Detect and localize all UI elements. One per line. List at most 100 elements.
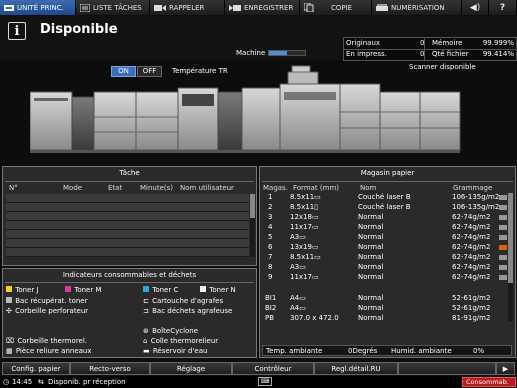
tray-row[interactable]: 4 11x17▭ Normal 62-74g/m2 bbox=[262, 223, 517, 232]
network-icon: ⇆ bbox=[38, 378, 44, 386]
task-row[interactable] bbox=[6, 248, 249, 257]
tray-id: 2 bbox=[268, 203, 273, 211]
copy-icon bbox=[304, 3, 314, 12]
staple-icon: ⊏ bbox=[143, 297, 149, 305]
ru-detail-button[interactable]: Regl.détail.RU bbox=[314, 362, 398, 375]
tray-row[interactable]: 5 A3▭ Normal 62-74g/m2 bbox=[262, 233, 517, 242]
tray-id: 6 bbox=[268, 243, 273, 251]
task-row[interactable] bbox=[6, 239, 249, 248]
task-panel: Tâche N° Mode Etat Minute(s) Nom utilisa… bbox=[2, 166, 257, 266]
recall-icon bbox=[154, 4, 166, 11]
toner-icon bbox=[6, 286, 12, 292]
tray-row[interactable]: 3 12x18▭ Normal 62-74g/m2 bbox=[262, 213, 517, 222]
tray-format: A3▭ bbox=[290, 233, 306, 241]
consumable-ring[interactable]: ▦ Pièce reliure anneaux bbox=[6, 347, 92, 355]
volume-button[interactable]: ◀) bbox=[462, 0, 489, 15]
paper-scrollbar[interactable] bbox=[508, 193, 513, 321]
tab-copy[interactable]: COPIE bbox=[300, 0, 372, 15]
tray-name: Couché laser B bbox=[358, 203, 411, 211]
tray-format: 307.0 x 472.0 bbox=[290, 314, 339, 322]
tray-weight: 62-74g/m2 bbox=[452, 233, 491, 241]
consumables-alert-button[interactable]: Consommab. bbox=[462, 377, 516, 387]
task-row[interactable] bbox=[6, 203, 249, 212]
tray-level-indicator bbox=[499, 225, 508, 230]
status-bar: ◷ 14:45 ⇆ Disponib. pr réception ⌨ Conso… bbox=[0, 376, 517, 388]
adjustment-button[interactable]: Réglage bbox=[150, 362, 232, 375]
tab-register[interactable]: ENREGISTRER bbox=[225, 0, 300, 15]
consumable-cyclone[interactable]: ⊛ BoîteCyclone bbox=[143, 327, 198, 335]
ring-icon: ▦ bbox=[6, 347, 13, 355]
tray-row[interactable]: 2 8.5x11▯ Couché laser B 106-135g/m2 bbox=[262, 203, 517, 212]
tray-weight: 62-74g/m2 bbox=[452, 253, 491, 261]
register-icon bbox=[229, 4, 241, 11]
keyboard-icon[interactable]: ⌨ bbox=[258, 377, 272, 386]
consumable-thermal-trash[interactable]: ⌧ Corbeille thermorel. bbox=[6, 337, 87, 345]
tray-format: 13x19▭ bbox=[290, 243, 319, 251]
tray-row[interactable]: BI1 A4▭ Normal 52-61g/m2 bbox=[262, 294, 517, 303]
consumable-toner-j[interactable]: Toner J bbox=[6, 286, 39, 294]
tray-level-indicator bbox=[499, 255, 508, 260]
help-button[interactable]: ? bbox=[489, 0, 517, 15]
tray-level-indicator bbox=[499, 235, 508, 240]
column-header: Magas. bbox=[263, 184, 288, 192]
task-row[interactable] bbox=[6, 194, 249, 203]
main-unit-icon bbox=[4, 4, 14, 11]
consumable-staple[interactable]: ⊏ Cartouche d'agrafes bbox=[143, 297, 223, 305]
tray-format: 8.5x11▯ bbox=[290, 203, 319, 211]
column-header: Mode bbox=[63, 184, 83, 192]
glue-icon: ⌂ bbox=[143, 337, 148, 345]
duplex-button[interactable]: Recto-verso bbox=[70, 362, 150, 375]
tab-job-list[interactable]: LISTE TÂCHES bbox=[76, 0, 150, 15]
tray-id: 4 bbox=[268, 223, 273, 231]
paper-panel-title: Magasin papier bbox=[360, 169, 415, 177]
empty-button[interactable] bbox=[398, 362, 496, 375]
tray-row[interactable]: 6 13x19▭ Normal 62-74g/m2 bbox=[262, 243, 517, 252]
consumable-toner-c[interactable]: Toner C bbox=[143, 286, 178, 294]
tray-format: 12x18▭ bbox=[290, 213, 319, 221]
consumable-punch[interactable]: ✣ Corbeille perforateur bbox=[6, 307, 88, 315]
consumable-toner-m[interactable]: Toner M bbox=[65, 286, 102, 294]
consumable-staple-waste[interactable]: ⊐ Bac déchets agrafeuse bbox=[143, 307, 232, 315]
tray-name: Normal bbox=[358, 253, 384, 261]
tray-format: 8.5x11▭ bbox=[290, 253, 321, 261]
consumable-glue[interactable]: ⌂ Colle thermorelieur bbox=[143, 337, 218, 345]
tab-main-unit[interactable]: UNITÉ PRINC. bbox=[0, 0, 76, 15]
tray-row[interactable]: BI2 A4▭ Normal 52-61g/m2 bbox=[262, 304, 517, 313]
consumable-waste-toner[interactable]: Bac récupérat. toner bbox=[6, 297, 87, 305]
staple-waste-icon: ⊐ bbox=[143, 307, 149, 315]
tray-row[interactable]: 7 8.5x11▭ Normal 62-74g/m2 bbox=[262, 253, 517, 262]
tray-weight: 62-74g/m2 bbox=[452, 213, 491, 221]
tray-format: 11x17▭ bbox=[290, 273, 319, 281]
tray-row[interactable]: 9 11x17▭ Normal 62-74g/m2 bbox=[262, 273, 517, 282]
next-page-button[interactable]: ▶ bbox=[496, 362, 515, 375]
consumables-title: Indicateurs consommables et déchets bbox=[62, 271, 197, 279]
consumable-toner-n[interactable]: Toner N bbox=[200, 286, 236, 294]
consumable-water[interactable]: ▬ Réservoir d'eau bbox=[143, 347, 207, 355]
task-scrollbar[interactable] bbox=[250, 194, 255, 257]
task-row[interactable] bbox=[6, 221, 249, 230]
tab-label: NUMÉRISATION bbox=[391, 3, 445, 12]
column-header: Nom bbox=[360, 184, 377, 192]
toner-icon bbox=[65, 286, 71, 292]
tray-row[interactable]: 1 8.5x11▭ Couché laser B 106-135g/m2 bbox=[262, 193, 517, 202]
paper-setting-button[interactable]: Config. papier bbox=[2, 362, 70, 375]
tray-weight: 62-74g/m2 bbox=[452, 223, 491, 231]
environment-bar: Temp. ambiante 0Degrés Humid. ambiante 0… bbox=[262, 345, 512, 356]
tray-name: Normal bbox=[358, 314, 384, 322]
status-title: Disponible bbox=[40, 22, 118, 37]
tray-row[interactable]: 8 A3▭ Normal 62-74g/m2 bbox=[262, 263, 517, 272]
tab-recall[interactable]: RAPPELER bbox=[150, 0, 225, 15]
memory-value: 99.999% bbox=[482, 39, 514, 47]
printing-label: En impress. bbox=[346, 50, 387, 58]
tray-row[interactable]: PB 307.0 x 472.0 Normal 81-91g/m2 bbox=[262, 314, 517, 323]
tray-id: 5 bbox=[268, 233, 273, 241]
tray-weight: 106-135g/m2 bbox=[452, 193, 500, 201]
cyclone-icon: ⊛ bbox=[143, 327, 149, 335]
controller-button[interactable]: Contrôleur bbox=[232, 362, 314, 375]
tray-level-indicator bbox=[499, 275, 508, 280]
tab-scan[interactable]: NUMÉRISATION bbox=[372, 0, 462, 15]
tray-id: BI1 bbox=[265, 294, 277, 302]
counter-box: Originaux 0 Mémoire 99.999% En impress. … bbox=[343, 37, 517, 61]
task-row[interactable] bbox=[6, 230, 249, 239]
task-row[interactable] bbox=[6, 212, 249, 221]
